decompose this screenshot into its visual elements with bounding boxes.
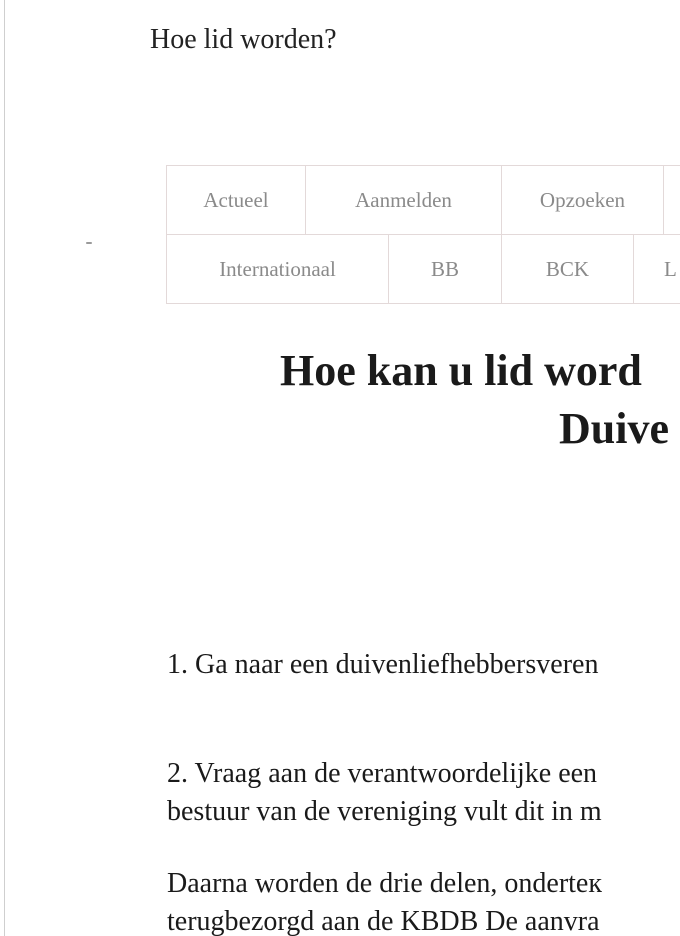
- nav-item-opzoeken[interactable]: Opzoeken: [502, 166, 664, 234]
- main-title: Hoe kan u lid word Duive: [0, 345, 680, 465]
- page-heading: Hoe lid worden?: [150, 24, 337, 55]
- navigation-menu: Actueel Aanmelden Opzoeken Internationaa…: [166, 165, 680, 304]
- main-title-line-1: Hoe kan u lid word: [280, 346, 642, 395]
- nav-item-bb[interactable]: BB: [389, 235, 502, 303]
- page-edge-line: [4, 0, 5, 936]
- step-2-line-2: bestuur van de vereniging vult dit in m: [167, 796, 602, 827]
- scan-speck: [86, 242, 92, 244]
- step-1-text: 1. Ga naar een duivenliefhebbersveren: [167, 649, 599, 680]
- main-title-line-2: Duive: [559, 404, 669, 453]
- nav-row-1: Actueel Aanmelden Opzoeken: [167, 166, 680, 235]
- paragraph-3-line-1: Daarna worden de drie delen, onderteк: [167, 868, 602, 899]
- nav-item-actueel[interactable]: Actueel: [167, 166, 306, 234]
- nav-item-truncated[interactable]: [664, 166, 680, 234]
- nav-item-l[interactable]: L: [634, 235, 680, 303]
- nav-row-2: Internationaal BB BCK L: [167, 235, 680, 304]
- nav-item-aanmelden[interactable]: Aanmelden: [306, 166, 502, 234]
- nav-item-bck[interactable]: BCK: [502, 235, 634, 303]
- paragraph-3-line-2: terugbezorgd aan de KBDB De aanvra: [167, 906, 600, 936]
- step-2-line-1: 2. Vraag aan de verantwoordelijke een: [167, 758, 598, 789]
- nav-item-internationaal[interactable]: Internationaal: [167, 235, 389, 303]
